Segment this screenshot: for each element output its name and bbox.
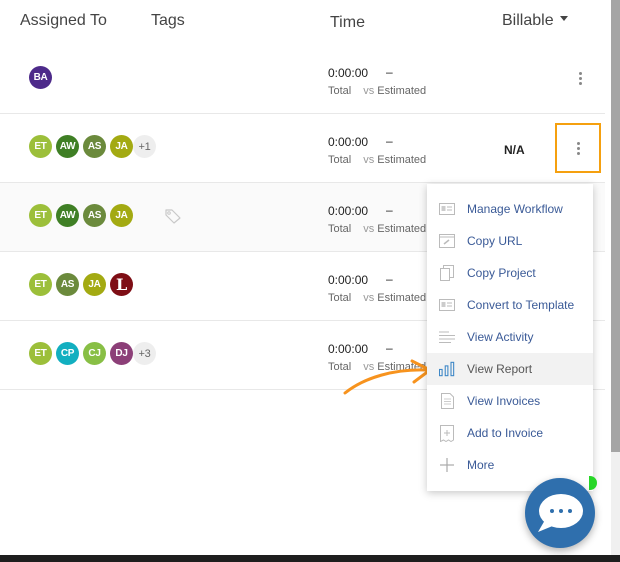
- menu-item-more[interactable]: More: [427, 449, 593, 481]
- vs-label: vs: [363, 154, 375, 166]
- annotation-arrow-icon: [343, 359, 432, 395]
- table-row[interactable]: BA 0:00:00 – Total vs Estimated: [0, 45, 605, 114]
- assignee-avatars: ET CP CJ DJ +3: [29, 342, 160, 366]
- avatar[interactable]: AW: [56, 204, 79, 227]
- menu-item-add-to-invoice[interactable]: Add to Invoice: [427, 417, 593, 449]
- menu-item-manage-workflow[interactable]: Manage Workflow: [427, 193, 593, 225]
- menu-item-label: Convert to Template: [467, 298, 575, 312]
- bar-chart-icon: [439, 361, 455, 377]
- tag-icon[interactable]: [164, 208, 182, 229]
- chat-bubble-icon: [538, 494, 583, 532]
- avatar[interactable]: BA: [29, 66, 52, 89]
- table-row[interactable]: ET AW AS JA +1 0:00:00 – Total vs Estimate…: [0, 114, 605, 183]
- chat-widget-button[interactable]: [525, 478, 595, 548]
- vs-label: vs: [363, 223, 375, 235]
- vertical-scrollbar[interactable]: [611, 0, 620, 555]
- menu-item-label: Manage Workflow: [467, 202, 563, 216]
- billable-label: Billable: [502, 12, 554, 29]
- avatar[interactable]: ET: [29, 204, 52, 227]
- document-icon: [439, 393, 455, 409]
- time-estimated-value: –: [386, 134, 393, 148]
- menu-item-copy-project[interactable]: Copy Project: [427, 257, 593, 289]
- avatar[interactable]: AS: [83, 204, 106, 227]
- column-header-tags[interactable]: Tags: [151, 12, 185, 30]
- plus-icon: [439, 457, 455, 473]
- column-header-assigned-to[interactable]: Assigned To: [20, 12, 107, 30]
- window-bottom-edge: [0, 555, 620, 562]
- assignee-avatars: ET AS JA L: [29, 273, 137, 297]
- avatar[interactable]: JA: [110, 135, 133, 158]
- avatar[interactable]: DJ: [110, 342, 133, 365]
- avatar[interactable]: JA: [83, 273, 106, 296]
- menu-item-convert-to-template[interactable]: Convert to Template: [427, 289, 593, 321]
- row-actions-menu: Manage Workflow Copy URL Copy Project Co…: [427, 184, 593, 491]
- more-assignees-badge[interactable]: +3: [133, 342, 156, 365]
- template-icon: [439, 297, 455, 313]
- activity-icon: [439, 329, 455, 345]
- menu-item-label: View Report: [467, 362, 533, 376]
- column-header-time[interactable]: Time: [330, 14, 365, 32]
- menu-item-label: View Activity: [467, 330, 534, 344]
- project-list-page: Assigned To Tags Time Billable BA 0:00:0…: [0, 0, 611, 555]
- total-label: Total: [328, 292, 352, 304]
- menu-item-label: More: [467, 458, 495, 472]
- menu-item-view-invoices[interactable]: View Invoices: [427, 385, 593, 417]
- time-cell: 0:00:00 – Total vs Estimated: [328, 65, 448, 97]
- assignee-avatars: BA: [29, 66, 56, 90]
- avatar[interactable]: ET: [29, 342, 52, 365]
- time-estimated-value: –: [386, 272, 393, 286]
- assignee-avatars: ET AW AS JA +1: [29, 135, 160, 159]
- row-actions-button[interactable]: [557, 53, 603, 103]
- avatar[interactable]: AS: [83, 135, 106, 158]
- avatar[interactable]: AS: [56, 273, 79, 296]
- billable-value: N/A: [504, 143, 525, 157]
- avatar[interactable]: CJ: [83, 342, 106, 365]
- scrollbar-thumb[interactable]: [611, 0, 620, 452]
- vs-label: vs: [363, 292, 375, 304]
- total-label: Total: [328, 85, 352, 97]
- column-header-billable[interactable]: Billable: [502, 12, 568, 30]
- menu-item-label: Copy URL: [467, 234, 523, 248]
- estimated-label: Estimated: [377, 154, 427, 166]
- time-estimated-value: –: [386, 65, 393, 79]
- avatar[interactable]: AW: [56, 135, 79, 158]
- kebab-menu-icon: [576, 141, 580, 155]
- vs-label: vs: [363, 85, 375, 97]
- add-invoice-icon: [439, 424, 455, 442]
- avatar[interactable]: ET: [29, 135, 52, 158]
- avatar[interactable]: JA: [110, 204, 133, 227]
- avatar[interactable]: ET: [29, 273, 52, 296]
- estimated-label: Estimated: [377, 85, 427, 97]
- estimated-label: Estimated: [377, 223, 427, 235]
- menu-item-view-report[interactable]: View Report: [427, 353, 593, 385]
- total-label: Total: [328, 154, 352, 166]
- copy-icon: [439, 265, 455, 281]
- time-estimated-value: –: [386, 341, 393, 355]
- time-estimated-value: –: [386, 203, 393, 217]
- menu-item-label: View Invoices: [467, 394, 541, 408]
- total-label: Total: [328, 223, 352, 235]
- menu-item-label: Add to Invoice: [467, 426, 544, 440]
- sort-caret-icon: [559, 16, 568, 22]
- estimated-label: Estimated: [377, 292, 427, 304]
- menu-item-label: Copy Project: [467, 266, 536, 280]
- kebab-menu-icon: [578, 71, 582, 85]
- time-cell: 0:00:00 – Total vs Estimated: [328, 134, 448, 166]
- avatar[interactable]: CP: [56, 342, 79, 365]
- more-assignees-badge[interactable]: +1: [133, 135, 156, 158]
- workflow-icon: [439, 201, 455, 217]
- assignee-avatars: ET AW AS JA: [29, 204, 137, 228]
- row-actions-button-active[interactable]: [555, 123, 601, 173]
- link-icon: [439, 233, 455, 249]
- avatar-logo[interactable]: L: [110, 273, 133, 296]
- menu-item-view-activity[interactable]: View Activity: [427, 321, 593, 353]
- table-header: Assigned To Tags Time Billable: [0, 0, 611, 45]
- menu-item-copy-url[interactable]: Copy URL: [427, 225, 593, 257]
